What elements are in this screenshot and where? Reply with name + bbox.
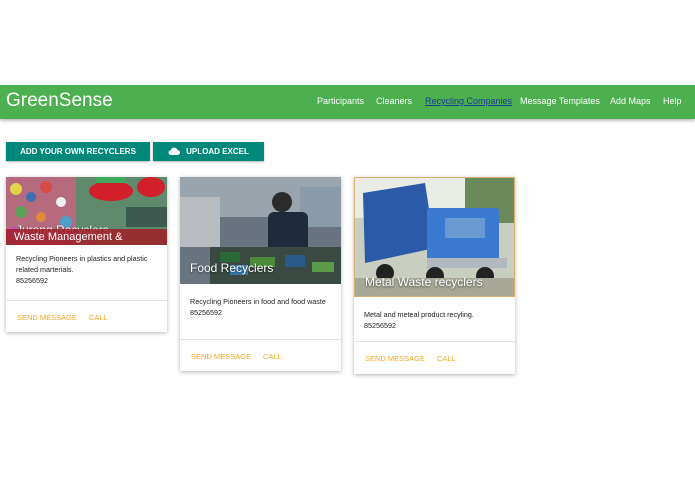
card-description: Recycling Pioneers in food and food wast… [190, 297, 326, 306]
card-image: Metal Waste recyclers [354, 177, 515, 297]
upload-excel-label: UPLOAD EXCEL [186, 147, 249, 156]
cloud-upload-icon [168, 147, 181, 157]
card-image: Food Recyclers [180, 177, 341, 284]
nav-message-templates[interactable]: Message Templates [520, 96, 600, 106]
card-actions: SEND MESSAGE CALL [6, 300, 167, 332]
nav-recycling-companies[interactable]: Recycling Companies [425, 96, 512, 106]
card-title: Food Recyclers [190, 261, 274, 275]
brand-logo[interactable]: GreenSense [6, 90, 113, 112]
add-recyclers-label: ADD YOUR OWN RECYCLERS [20, 147, 136, 156]
card-description: Metal and meteal product recyling. [364, 310, 474, 319]
send-message-button[interactable]: SEND MESSAGE [365, 354, 425, 363]
nav-cleaners[interactable]: Cleaners [376, 96, 412, 106]
upload-excel-button[interactable]: UPLOAD EXCEL [153, 142, 264, 161]
recycler-card-food: Food Recyclers Recycling Pioneers in foo… [180, 177, 341, 371]
card-body: Recycling Pioneers in plastics and plast… [6, 245, 167, 286]
card-title: Metal Waste recyclers [365, 275, 483, 289]
send-message-button[interactable]: SEND MESSAGE [17, 313, 77, 322]
send-message-button[interactable]: SEND MESSAGE [191, 352, 251, 361]
card-phone: 85256592 [16, 276, 48, 285]
call-button[interactable]: CALL [263, 352, 282, 361]
nav-add-maps[interactable]: Add Maps [610, 96, 651, 106]
card-image: Jurong Recyclers Waste Management & Recy… [6, 177, 167, 245]
call-button[interactable]: CALL [437, 354, 456, 363]
add-recyclers-button[interactable]: ADD YOUR OWN RECYCLERS [6, 142, 150, 161]
card-phone: 85256592 [364, 321, 396, 330]
card-actions: SEND MESSAGE CALL [354, 341, 515, 373]
card-phone: 85256592 [190, 308, 222, 317]
nav-help[interactable]: Help [663, 96, 682, 106]
top-navbar: GreenSense Participants Cleaners Recycli… [0, 85, 695, 119]
card-body: Recycling Pioneers in food and food wast… [180, 284, 341, 318]
card-actions: SEND MESSAGE CALL [180, 339, 341, 371]
nav-participants[interactable]: Participants [317, 96, 364, 106]
card-description: Recycling Pioneers in plastics and plast… [16, 254, 148, 274]
call-button[interactable]: CALL [89, 313, 108, 322]
recycler-card-jurong: Jurong Recyclers Waste Management & Recy… [6, 177, 167, 332]
card-body: Metal and meteal product recyling. 85256… [354, 297, 515, 331]
card-subtitle: Waste Management & Recycling [6, 229, 167, 245]
recycler-card-metal: Metal Waste recyclers Metal and meteal p… [354, 177, 515, 374]
